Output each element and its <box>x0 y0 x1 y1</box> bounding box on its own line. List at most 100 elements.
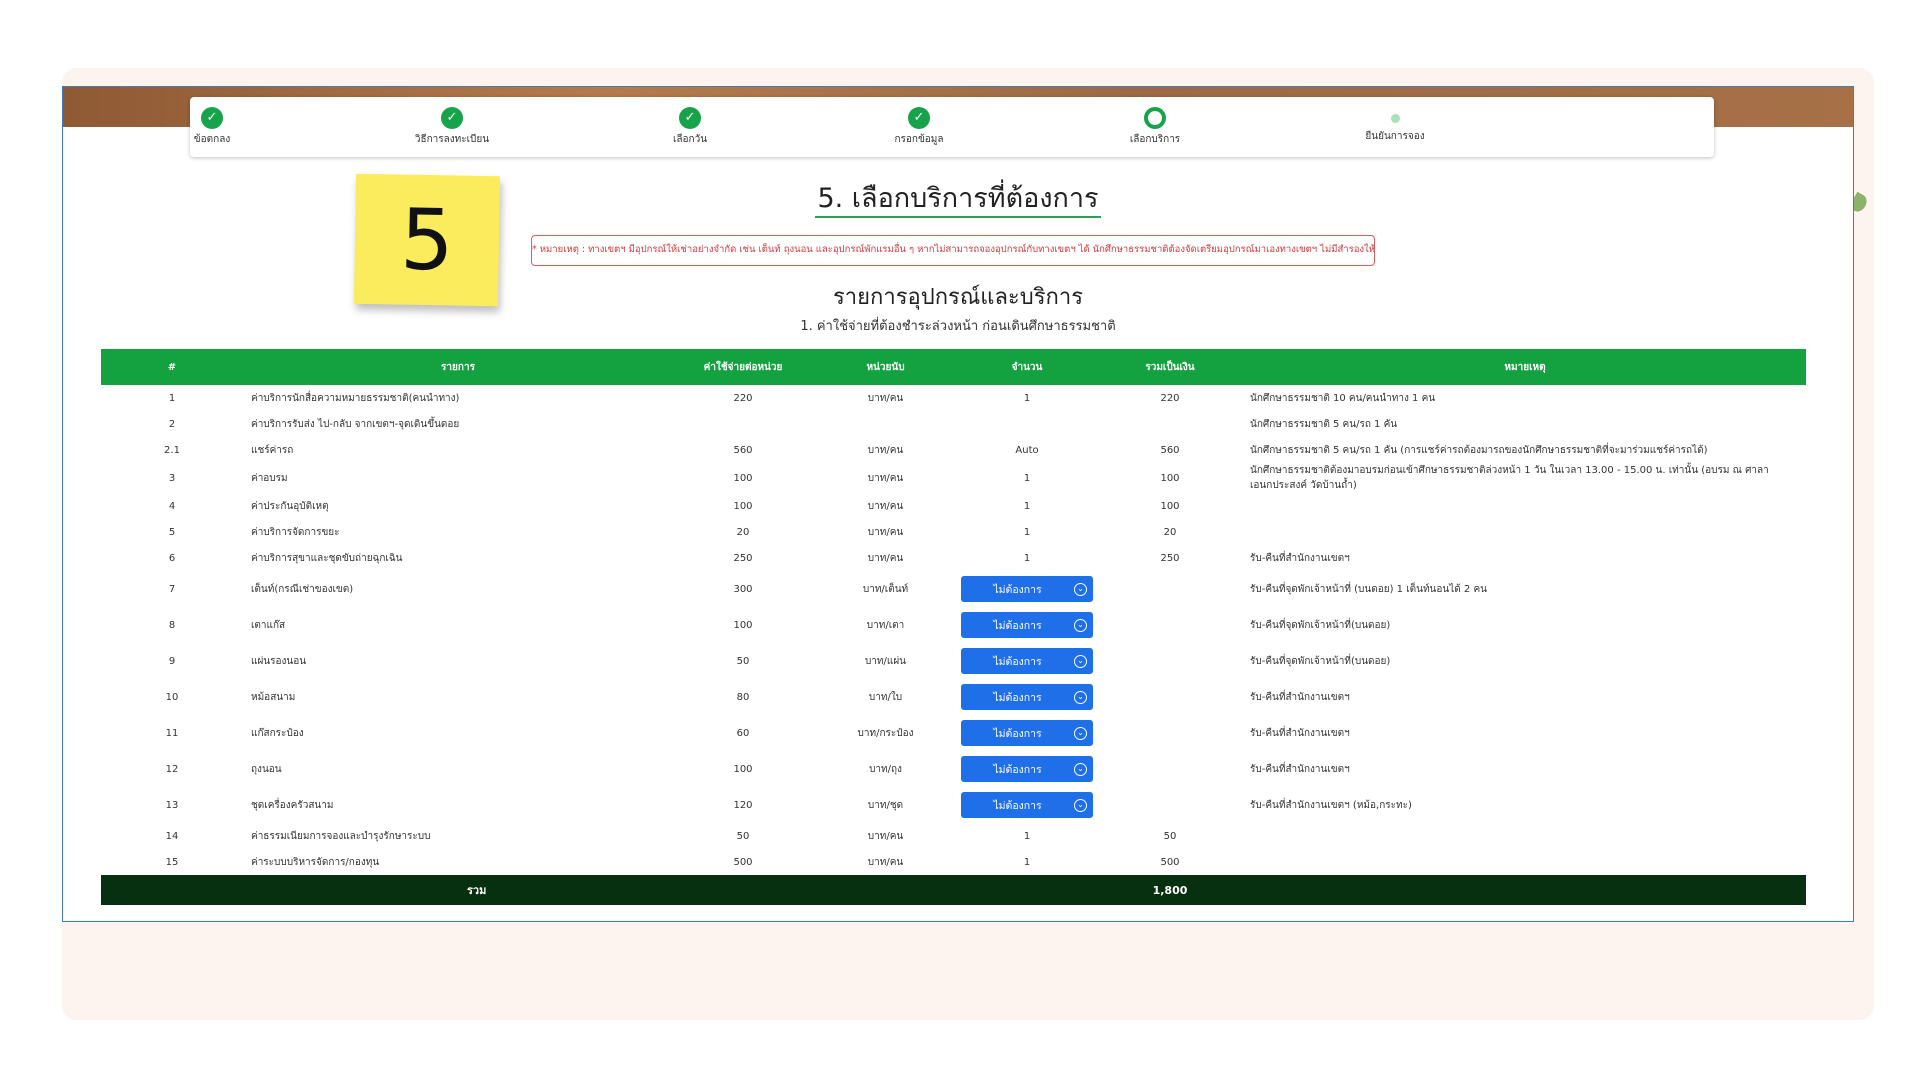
cell-item: ค่าบริการจัดการขยะ <box>251 526 340 538</box>
cell-price: 220 <box>733 392 753 404</box>
quantity-select-label: ไม่ต้องการ <box>993 583 1042 596</box>
cell-item: ค่าธรรมเนียมการจองและบำรุงรักษาระบบ <box>251 830 431 842</box>
cell-no: 7 <box>168 583 176 595</box>
page-title: 5. เลือกบริการที่ต้องการ <box>63 176 1853 219</box>
table-row: 10 หม้อสนาม 80 บาท/ใบ ไม่ต้องการ ⌄ รับ-คืนที่ส… <box>101 679 1806 715</box>
quantity-select[interactable]: ไม่ต้องการ ⌄ <box>961 720 1093 746</box>
cell-item: หม้อสนาม <box>251 691 296 703</box>
cell-unit: บาท/คน <box>867 830 904 842</box>
cell-total <box>1096 607 1244 643</box>
quantity-select-label: ไม่ต้องการ <box>993 799 1042 812</box>
cell-note: รับ-คืนที่จุดพักเจ้าหน้าที่ (บนดอย) 1 เต… <box>1250 583 1488 595</box>
cell-note: รับ-คืนที่สำนักงานเขตฯ <box>1250 552 1350 564</box>
quantity-select[interactable]: ไม่ต้องการ ⌄ <box>961 612 1093 638</box>
cell-no: 6 <box>168 552 176 564</box>
dot-icon <box>1390 114 1400 123</box>
cell-total <box>1096 787 1244 823</box>
cell-note: นักศึกษาธรรมชาติต้องมาอบรมก่อนเข้าศึกษาธ… <box>1250 465 1769 491</box>
cell-price: 300 <box>733 583 753 595</box>
cell-qty: ไม่ต้องการ ⌄ <box>958 679 1096 715</box>
cell-item: ค่าบริการสุขาและชุดขับถ่ายฉุกเฉิน <box>251 552 403 564</box>
table-row: 12 ถุงนอน 100 บาท/ถุง ไม่ต้องการ ⌄ รับ-คืนที่ส… <box>101 751 1806 787</box>
cell-unit: บาท/คน <box>867 552 904 564</box>
booking-stepper: ✓ ข้อตกลง ✓ วิธีการลงทะเบียน ✓ เลือกวัน ✓ กรอกข… <box>190 97 1714 157</box>
cell-qty: 1 <box>1023 472 1031 484</box>
step-4: ✓ กรอกข้อมูล <box>849 107 989 147</box>
table-row: 8 เตาแก๊ส 100 บาท/เตา ไม่ต้องการ ⌄ รับ-คืนที่จ… <box>101 607 1806 643</box>
cell-total: 560 <box>1160 444 1180 456</box>
step-label: ข้อตกลง <box>193 134 231 145</box>
quantity-select[interactable]: ไม่ต้องการ ⌄ <box>961 684 1093 710</box>
cell-unit: บาท/คน <box>867 444 904 456</box>
cell-no: 11 <box>165 727 179 739</box>
chevron-down-circle-icon: ⌄ <box>1074 762 1087 776</box>
cell-price: 100 <box>733 472 753 484</box>
quantity-select[interactable]: ไม่ต้องการ ⌄ <box>961 792 1093 818</box>
column-header: ค่าใช้จ่ายต่อหน่วย <box>673 349 813 385</box>
cell-total <box>1096 715 1244 751</box>
cell-note: รับ-คืนที่สำนักงานเขตฯ <box>1250 691 1350 703</box>
cell-total <box>1096 679 1244 715</box>
booking-frame: ✓ ข้อตกลง ✓ วิธีการลงทะเบียน ✓ เลือกวัน ✓ กรอกข… <box>62 86 1854 922</box>
cell-no: 2 <box>168 418 176 430</box>
chevron-down-circle-icon: ⌄ <box>1074 582 1087 596</box>
cell-qty: 1 <box>1023 392 1031 404</box>
check-circle-icon: ✓ <box>908 107 930 129</box>
cell-note: รับ-คืนที่สำนักงานเขตฯ <box>1250 763 1350 775</box>
cell-price: 60 <box>736 727 750 739</box>
step-1: ✓ ข้อตกลง <box>142 107 282 147</box>
cell-no: 8 <box>168 619 176 631</box>
cell-price: 100 <box>733 763 753 775</box>
cell-qty: ไม่ต้องการ ⌄ <box>958 787 1096 823</box>
total-label: รวม <box>101 875 673 905</box>
cell-total: 500 <box>1160 856 1180 868</box>
cell-price: 120 <box>733 799 753 811</box>
cell-total: 220 <box>1160 392 1180 404</box>
cell-no: 9 <box>168 655 176 667</box>
table-row: 7 เต็นท์(กรณีเช่าของเขต) 300 บาท/เต็นท์ ไม่ต… <box>101 571 1806 607</box>
cell-qty: ไม่ต้องการ ⌄ <box>958 643 1096 679</box>
cell-price: 250 <box>733 552 753 564</box>
quantity-select[interactable]: ไม่ต้องการ ⌄ <box>961 648 1093 674</box>
cell-total: 50 <box>1163 830 1177 842</box>
cell-qty: ไม่ต้องการ ⌄ <box>958 715 1096 751</box>
table-row: 4 ค่าประกันอุบัติเหตุ 100 บาท/คน 1 100 <box>101 493 1806 519</box>
cell-unit: บาท/คน <box>867 392 904 404</box>
cell-no: 4 <box>168 500 176 512</box>
cell-unit: บาท/คน <box>867 526 904 538</box>
cell-item: ค่าประกันอุบัติเหตุ <box>251 500 329 512</box>
column-header: จำนวน <box>958 349 1096 385</box>
services-table-wrapper: # รายการ ค่าใช้จ่ายต่อหน่วย หน่วยนับ จำนวน รว… <box>101 349 1806 905</box>
cell-item: ชุดเครื่องครัวสนาม <box>251 799 334 811</box>
cell-price: 80 <box>736 691 750 703</box>
cell-total: 100 <box>1160 500 1180 512</box>
warning-notice: * หมายเหตุ : ทางเขตฯ มีอุปกรณ์ให้เช่าอย่… <box>531 235 1375 266</box>
ring-circle-icon <box>1144 107 1166 129</box>
cell-qty: 1 <box>1023 856 1031 868</box>
cell-item: แก๊สกระป๋อง <box>251 727 304 739</box>
section-subtitle: 1. ค่าใช้จ่ายที่ต้องชำระล่วงหน้า ก่อนเดิ… <box>800 319 1116 334</box>
table-total-row: รวม 1,800 <box>101 875 1806 905</box>
cell-item: ค่าอบรม <box>251 472 288 484</box>
cell-item: แชร์ค่ารถ <box>251 444 294 456</box>
cell-no: 1 <box>168 392 176 404</box>
cell-no: 12 <box>165 763 179 775</box>
cell-no: 10 <box>165 691 179 703</box>
cell-unit: บาท/คน <box>867 856 904 868</box>
cell-price: 100 <box>733 500 753 512</box>
cell-total <box>1096 411 1244 437</box>
cell-unit: บาท/ถุง <box>869 763 902 775</box>
quantity-select[interactable]: ไม่ต้องการ ⌄ <box>961 576 1093 602</box>
quantity-select[interactable]: ไม่ต้องการ ⌄ <box>961 756 1093 782</box>
chevron-down-circle-icon: ⌄ <box>1074 654 1087 668</box>
cell-item: เตาแก๊ส <box>251 619 286 631</box>
quantity-select-label: ไม่ต้องการ <box>993 727 1042 740</box>
quantity-select-label: ไม่ต้องการ <box>993 655 1042 668</box>
cell-total <box>1096 643 1244 679</box>
cell-qty: 1 <box>1023 500 1031 512</box>
cell-total <box>1096 571 1244 607</box>
cell-price <box>673 411 813 437</box>
cell-qty: ไม่ต้องการ ⌄ <box>958 571 1096 607</box>
cell-qty: ไม่ต้องการ ⌄ <box>958 751 1096 787</box>
cell-note <box>1244 519 1806 545</box>
